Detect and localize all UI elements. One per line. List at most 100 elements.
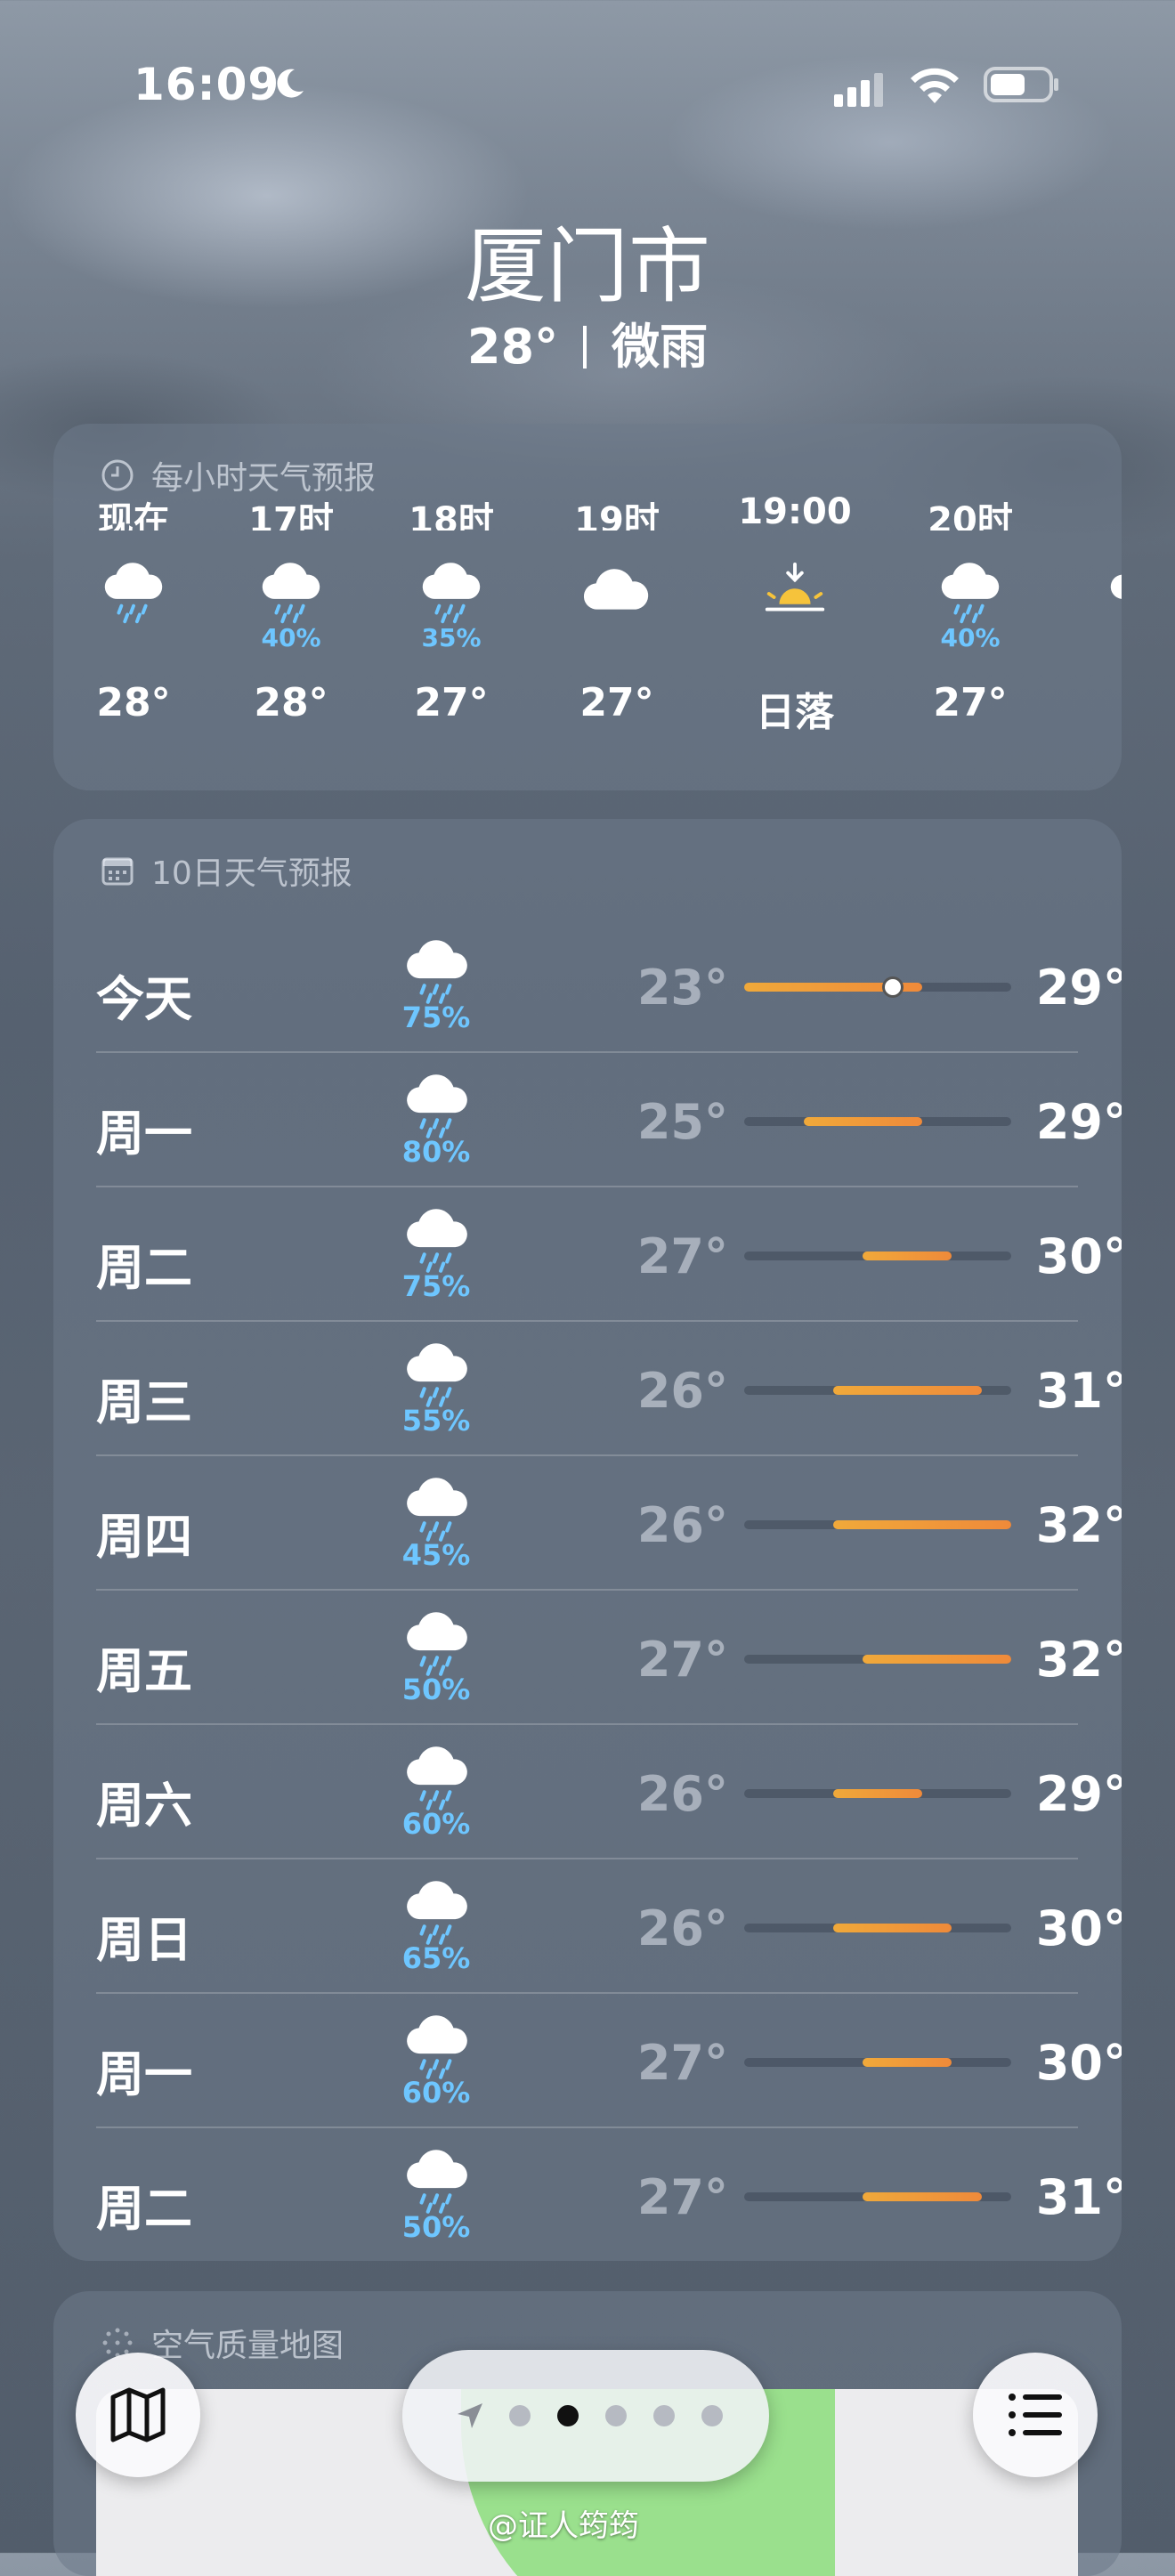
aqi-title: 空气质量地图 bbox=[151, 2328, 344, 2364]
temp-range-track bbox=[744, 2058, 1011, 2067]
page-dot[interactable] bbox=[653, 2405, 675, 2426]
temp-range-track bbox=[744, 1252, 1011, 1260]
hour-temp: 27° bbox=[414, 680, 489, 725]
daily-row[interactable]: 周六 60% 26° 29° bbox=[96, 1723, 1122, 1857]
battery-icon bbox=[984, 67, 1058, 102]
high-temp: 31° bbox=[1035, 1363, 1122, 1419]
low-temp: 25° bbox=[636, 1094, 728, 1150]
precip-chance: 60% bbox=[401, 1807, 471, 1841]
rain-cloud-icon bbox=[99, 561, 168, 627]
row-divider bbox=[96, 2126, 1078, 2128]
temp-range-bar bbox=[863, 2058, 952, 2067]
daily-row[interactable]: 周三 55% 26° 31° bbox=[96, 1320, 1122, 1454]
hourly-item: 现在 28° bbox=[76, 500, 191, 725]
hour-temp: 日落 bbox=[756, 690, 834, 735]
hourly-forecast-card[interactable]: 每小时天气预报 现在 28° 17时 40% 28° 18时 35% 27° 19时 27° 19:… bbox=[53, 424, 1122, 790]
precip-chance: 55% bbox=[401, 1404, 471, 1438]
clock-icon bbox=[101, 459, 134, 491]
hourly-item: 22 bbox=[1082, 513, 1122, 725]
rain-cloud-icon bbox=[401, 1610, 474, 1676]
rain-cloud-icon bbox=[401, 938, 474, 1004]
daily-title: 10日天气预报 bbox=[151, 855, 352, 892]
daily-row[interactable]: 周四 45% 26° 32° bbox=[96, 1454, 1122, 1588]
daily-row[interactable]: 今天 75% 23° 29° bbox=[96, 917, 1122, 1050]
row-divider bbox=[96, 1320, 1078, 1322]
city-list-button[interactable] bbox=[973, 2353, 1098, 2477]
city-name: 厦门市 bbox=[464, 219, 710, 314]
high-temp: 30° bbox=[1035, 1228, 1122, 1284]
page-dot[interactable] bbox=[509, 2405, 531, 2426]
ten-day-forecast-card[interactable]: 10日天气预报 今天 75% 23° 29° 周一 80% 25° 29° 周二 75% 27° 30… bbox=[53, 819, 1122, 2261]
temp-range-track bbox=[744, 2192, 1011, 2201]
precip-chance: 75% bbox=[401, 1269, 471, 1303]
cellular-signal-icon bbox=[834, 73, 883, 107]
temp-range-track bbox=[744, 1117, 1011, 1126]
hourly-item: 18时 35% 27° bbox=[393, 500, 509, 725]
hour-temp: 27° bbox=[933, 680, 1008, 725]
low-temp: 26° bbox=[636, 1766, 728, 1822]
daily-row[interactable]: 周日 65% 26° 30° bbox=[96, 1858, 1122, 1991]
low-temp: 26° bbox=[636, 1900, 728, 1956]
temp-range-track bbox=[744, 1655, 1011, 1664]
hour-label: 2 bbox=[1082, 491, 1122, 531]
temp-range-track bbox=[744, 1789, 1011, 1798]
rain-cloud-icon bbox=[417, 561, 486, 627]
day-label: 周二 bbox=[96, 1240, 192, 1296]
precip-chance: 60% bbox=[401, 2076, 471, 2110]
row-divider bbox=[96, 1723, 1078, 1725]
day-label: 今天 bbox=[96, 971, 192, 1027]
daily-row[interactable]: 周二 75% 27° 30° bbox=[96, 1186, 1122, 1319]
wifi-icon bbox=[911, 68, 959, 103]
daily-row[interactable]: 周五 50% 27° 32° bbox=[96, 1589, 1122, 1722]
list-icon bbox=[1009, 2394, 1062, 2436]
condition-text: 微雨 bbox=[612, 319, 709, 375]
row-divider bbox=[96, 1051, 1078, 1053]
calendar-icon bbox=[101, 857, 134, 886]
map-button[interactable] bbox=[76, 2353, 200, 2477]
daily-row[interactable]: 周二 50% 27° 31° bbox=[96, 2126, 1122, 2260]
day-label: 周四 bbox=[96, 1509, 192, 1565]
location-arrow-icon bbox=[458, 2403, 482, 2428]
daily-header: 10日天气预报 bbox=[100, 847, 352, 894]
page-dot[interactable] bbox=[605, 2405, 627, 2426]
page-dot[interactable] bbox=[557, 2405, 579, 2426]
hour-label: 19时 bbox=[574, 500, 660, 531]
precip-chance: 40% bbox=[261, 623, 321, 652]
divider bbox=[583, 326, 588, 369]
temp-range-bar bbox=[833, 1924, 952, 1932]
rain-cloud-icon bbox=[936, 561, 1005, 627]
high-temp: 30° bbox=[1035, 2035, 1122, 2091]
hourly-item: 20时 40% 27° bbox=[912, 500, 1028, 725]
temp-range-bar bbox=[863, 1252, 952, 1260]
daily-row[interactable]: 周一 60% 27° 30° bbox=[96, 1992, 1122, 2126]
status-bar: 16:09 bbox=[0, 53, 1175, 116]
hour-temp: 28° bbox=[96, 680, 171, 725]
high-temp: 32° bbox=[1035, 1497, 1122, 1553]
hour-label: 19:00 bbox=[738, 491, 852, 531]
hourly-item: 19时 27° bbox=[559, 500, 675, 725]
low-temp: 26° bbox=[636, 1363, 728, 1419]
low-temp: 27° bbox=[636, 2035, 728, 2091]
day-label: 周二 bbox=[96, 2181, 192, 2237]
hour-temp: 28° bbox=[254, 680, 328, 725]
day-label: 周一 bbox=[96, 2046, 192, 2102]
rain-cloud-icon bbox=[401, 1476, 474, 1542]
precip-chance bbox=[559, 623, 675, 653]
row-divider bbox=[96, 1992, 1078, 1994]
hour-label: 17时 bbox=[248, 500, 334, 531]
page-dot[interactable] bbox=[701, 2405, 723, 2426]
precip-chance: 80% bbox=[401, 1135, 471, 1169]
daily-row[interactable]: 周一 80% 25° 29° bbox=[96, 1051, 1122, 1185]
hourly-item: 19:00 日落 bbox=[737, 491, 853, 737]
page-indicator[interactable] bbox=[402, 2350, 769, 2482]
precip-chance: 75% bbox=[401, 1000, 471, 1034]
temp-range-bar bbox=[863, 1655, 1011, 1664]
day-label: 周五 bbox=[96, 1643, 192, 1699]
precip-chance bbox=[737, 623, 853, 653]
high-temp: 29° bbox=[1035, 1094, 1122, 1150]
temp-range-track bbox=[744, 1924, 1011, 1932]
day-label: 周日 bbox=[96, 1912, 192, 1968]
current-temp: 28° bbox=[466, 319, 559, 375]
day-label: 周三 bbox=[96, 1374, 192, 1430]
hour-label: 18时 bbox=[409, 500, 494, 531]
